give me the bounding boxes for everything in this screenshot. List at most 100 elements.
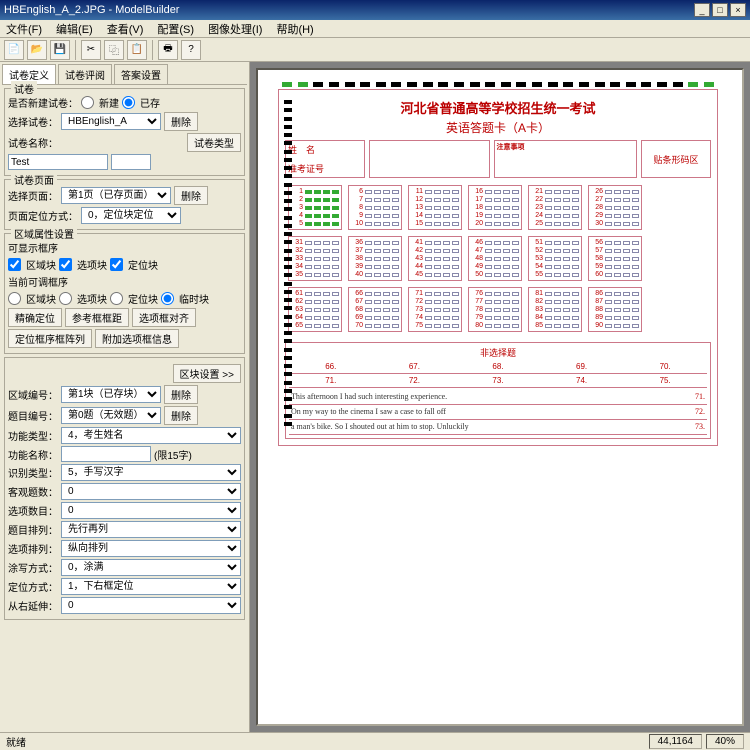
rad-region[interactable] <box>8 292 21 305</box>
input-papername2[interactable] <box>111 154 151 170</box>
chk-region[interactable] <box>8 258 21 271</box>
rad-optblk[interactable] <box>59 292 72 305</box>
close-button[interactable]: × <box>730 3 746 17</box>
select-regnum[interactable]: 第1块（已存块） <box>61 386 161 403</box>
status-coords: 44,1164 <box>649 734 702 749</box>
sheet-title: 河北省普通高等学校招生统一考试 <box>285 98 711 117</box>
group-page: 试卷页面 选择页面： 第1页（已存页面） 删除 页面定位方式： 0，定位块定位 <box>4 179 245 230</box>
btn-papertype[interactable]: 试卷类型 <box>187 133 241 152</box>
radio-new[interactable] <box>81 96 94 109</box>
essay-line: a man's bike. So I shouted out at him to… <box>291 422 469 431</box>
attention-box: 注意事项 <box>494 140 637 178</box>
select-page[interactable]: 第1页（已存页面） <box>61 187 171 204</box>
help-icon[interactable]: ? <box>181 40 201 60</box>
tab-answerset[interactable]: 答案设置 <box>114 64 168 84</box>
select-qarr[interactable]: 先行再列 <box>61 521 241 538</box>
menu-help[interactable]: 帮助(H) <box>276 21 313 37</box>
examid-box <box>369 140 490 178</box>
open-icon[interactable]: 📂 <box>27 40 47 60</box>
status-zoom: 40% <box>706 734 744 749</box>
btn-del-reg[interactable]: 删除 <box>164 385 198 404</box>
menu-edit[interactable]: 编辑(E) <box>56 21 93 37</box>
rad-optblk-lbl: 选项块 <box>77 291 107 306</box>
essay-num: 71. <box>695 391 705 403</box>
menu-imgproc[interactable]: 图像处理(I) <box>208 21 262 37</box>
lbl-rectype: 识别类型： <box>8 465 58 480</box>
group-blockset: 区块设置 >> 区域编号：第1块（已存块）删除 题目编号：第0题（无效题）删除 … <box>4 357 245 620</box>
btn-precise[interactable]: 精确定位 <box>8 308 62 327</box>
select-optarr[interactable]: 纵向排列 <box>61 540 241 557</box>
chk-optblk-lbl: 选项块 <box>77 257 107 272</box>
label-selectpage: 选择页面： <box>8 188 58 203</box>
menu-file[interactable]: 文件(F) <box>6 21 42 37</box>
radio-exist[interactable] <box>122 96 135 109</box>
select-extend[interactable]: 0 <box>61 597 241 614</box>
btn-del-q[interactable]: 删除 <box>164 406 198 425</box>
print-icon[interactable]: 🖶 <box>158 40 178 60</box>
btn-locseq[interactable]: 定位框序框阵列 <box>8 329 92 348</box>
select-scoremode[interactable]: 0，涂满 <box>61 559 241 576</box>
window-buttons: _ □ × <box>694 3 746 17</box>
select-qnum[interactable]: 第0题（无效题） <box>61 407 161 424</box>
maximize-button[interactable]: □ <box>712 3 728 17</box>
save-icon[interactable]: 💾 <box>50 40 70 60</box>
btn-regset[interactable]: 区块设置 >> <box>173 364 241 383</box>
essay-nums-row2: 71.72.73.74.75. <box>289 376 707 388</box>
input-funcname[interactable] <box>61 446 151 462</box>
bubble-section: 1234567891011121314151617181920212223242… <box>285 182 711 338</box>
btn-delete-page[interactable]: 删除 <box>174 186 208 205</box>
btn-refframe[interactable]: 参考框框距 <box>65 308 129 327</box>
select-locmode[interactable]: 1，下右框定位 <box>61 578 241 595</box>
select-objcnt[interactable]: 0 <box>61 483 241 500</box>
group-title: 试卷页面 <box>11 172 57 187</box>
tab-paperreview[interactable]: 试卷评阅 <box>58 64 112 84</box>
select-paper[interactable]: HBEnglish_A <box>61 113 161 130</box>
cut-icon[interactable]: ✂ <box>81 40 101 60</box>
new-icon[interactable]: 📄 <box>4 40 24 60</box>
toolbar: 📄 📂 💾 ✂ ⿻ 📋 🖶 ? <box>0 38 750 62</box>
rad-temp[interactable] <box>161 292 174 305</box>
group-region: 区域属性设置 可显示框序 区域块 选项块 定位块 当前可调框序 区域块 选项块 … <box>4 233 245 354</box>
rad-locblk[interactable] <box>110 292 123 305</box>
chk-locblk[interactable] <box>110 258 123 271</box>
menu-view[interactable]: 查看(V) <box>107 21 144 37</box>
label-papername: 试卷名称： <box>8 135 58 150</box>
btn-delete-paper[interactable]: 删除 <box>164 112 198 131</box>
tabs: 试卷定义 试卷评阅 答案设置 <box>2 64 247 85</box>
btn-addopt[interactable]: 附加选项框信息 <box>95 329 179 348</box>
minimize-button[interactable]: _ <box>694 3 710 17</box>
lbl-regnum: 区域编号： <box>8 387 58 402</box>
select-optcnt[interactable]: 0 <box>61 502 241 519</box>
essay-title: 非选择题 <box>289 346 707 359</box>
paste-icon[interactable]: 📋 <box>127 40 147 60</box>
hint-funcname: (限15字) <box>154 447 192 462</box>
essay-text: This afternoon I had such interesting ex… <box>289 390 707 435</box>
label-posmode: 页面定位方式： <box>8 208 78 223</box>
timing-marks-left <box>284 100 294 426</box>
copy-icon[interactable]: ⿻ <box>104 40 124 60</box>
separator <box>152 40 153 60</box>
label-showframe: 可显示框序 <box>8 240 58 255</box>
status-ready: 就绪 <box>6 734 26 749</box>
essay-nums-row1: 66.67.68.69.70. <box>289 362 707 374</box>
opt-exist: 已存 <box>140 95 160 110</box>
essay-line: This afternoon I had such interesting ex… <box>291 392 447 401</box>
sheet-viewport[interactable]: 河北省普通高等学校招生统一考试 英语答题卡（A卡） 姓 名 准考证号 注意事项 … <box>256 68 744 726</box>
btn-optalign[interactable]: 选项框对齐 <box>132 308 196 327</box>
name-label: 姓 名 <box>288 143 362 156</box>
lbl-functype: 功能类型： <box>8 428 58 443</box>
right-panel: 河北省普通高等学校招生统一考试 英语答题卡（A卡） 姓 名 准考证号 注意事项 … <box>250 62 750 732</box>
sheet-header: 姓 名 准考证号 注意事项 贴条形码区 <box>285 140 711 178</box>
select-posmode[interactable]: 0，定位块定位 <box>81 207 181 224</box>
lbl-optcnt: 选项数目： <box>8 503 58 518</box>
rad-locblk-lbl: 定位块 <box>128 291 158 306</box>
group-title: 试卷 <box>11 81 37 96</box>
input-papername[interactable] <box>8 154 108 170</box>
answer-sheet: 河北省普通高等学校招生统一考试 英语答题卡（A卡） 姓 名 准考证号 注意事项 … <box>278 80 718 446</box>
select-rectype[interactable]: 5，手写汉字 <box>61 464 241 481</box>
select-functype[interactable]: 4，考生姓名 <box>61 427 241 444</box>
chk-locblk-lbl: 定位块 <box>128 257 158 272</box>
menu-config[interactable]: 配置(S) <box>157 21 194 37</box>
chk-optblk[interactable] <box>59 258 72 271</box>
lbl-optarr: 选项排列： <box>8 541 58 556</box>
